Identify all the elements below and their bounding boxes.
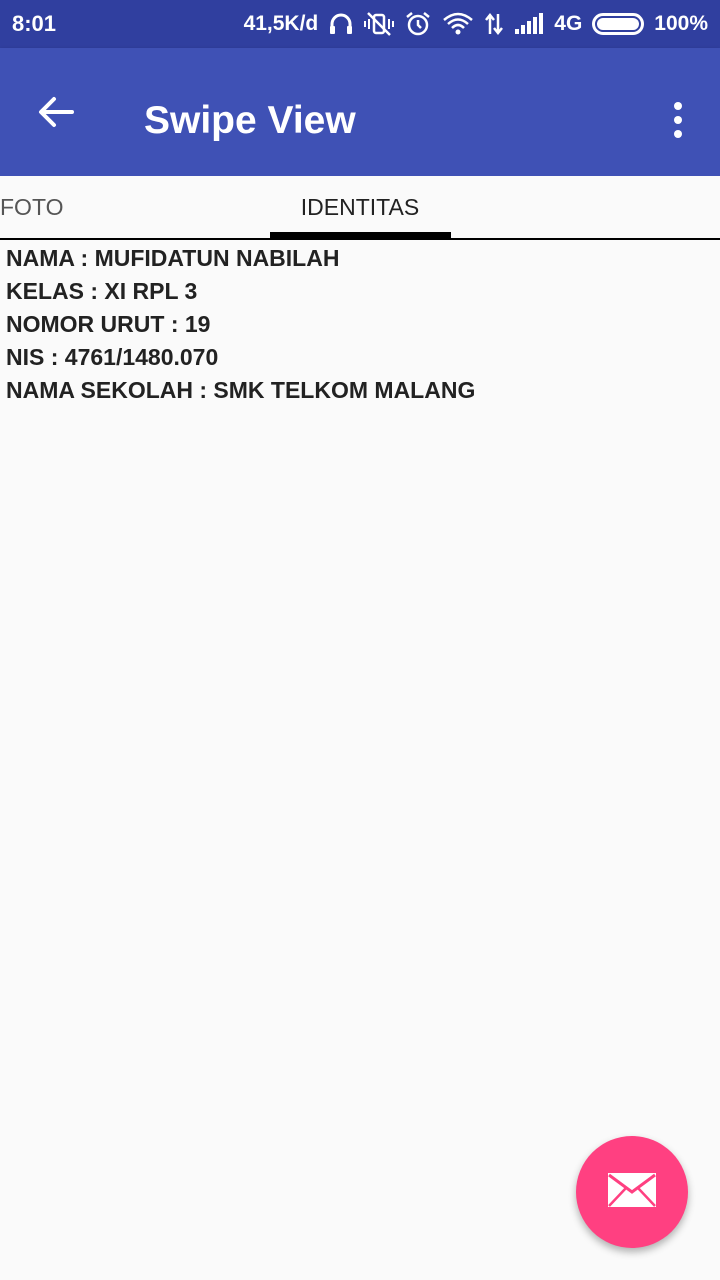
- alarm-icon: [404, 11, 432, 37]
- identity-name: NAMA : MUFIDATUN NABILAH: [6, 245, 340, 271]
- network-type: 4G: [554, 12, 583, 35]
- tab-indicator: [270, 232, 451, 238]
- identity-content: NAMA : MUFIDATUN NABILAH KELAS : XI RPL …: [6, 242, 475, 407]
- overflow-menu-button[interactable]: [658, 92, 698, 148]
- data-transfer-icon: [484, 12, 504, 36]
- identity-nis: NIS : 4761/1480.070: [6, 344, 219, 370]
- battery-icon: [592, 13, 645, 35]
- tab-bar: FOTO IDENTITAS: [0, 176, 720, 240]
- status-bar: 8:01 41,5K/d 4G 100%: [0, 0, 720, 48]
- network-speed: 41,5K/d: [243, 12, 319, 35]
- arrow-back-icon: [38, 96, 74, 133]
- fab-mail-button[interactable]: [576, 1136, 688, 1248]
- vibrate-off-icon: [364, 11, 395, 37]
- signal-icon: [514, 13, 544, 35]
- tab-identitas[interactable]: IDENTITAS: [270, 176, 450, 238]
- headphones-icon: [328, 12, 354, 36]
- status-time: 8:01: [12, 11, 57, 36]
- page-title: Swipe View: [144, 99, 356, 142]
- identity-class: KELAS : XI RPL 3: [6, 278, 198, 304]
- app-toolbar: Swipe View: [0, 48, 720, 176]
- identity-school: NAMA SEKOLAH : SMK TELKOM MALANG: [6, 377, 476, 403]
- identity-number: NOMOR URUT : 19: [6, 311, 211, 337]
- battery-percent: 100%: [654, 12, 708, 35]
- status-icons: 41,5K/d 4G 100%: [244, 11, 708, 37]
- wifi-icon: [442, 12, 474, 36]
- back-button[interactable]: [30, 88, 82, 140]
- mail-icon: [607, 1172, 657, 1213]
- more-vert-icon: [674, 102, 682, 110]
- tab-foto[interactable]: FOTO: [0, 176, 63, 238]
